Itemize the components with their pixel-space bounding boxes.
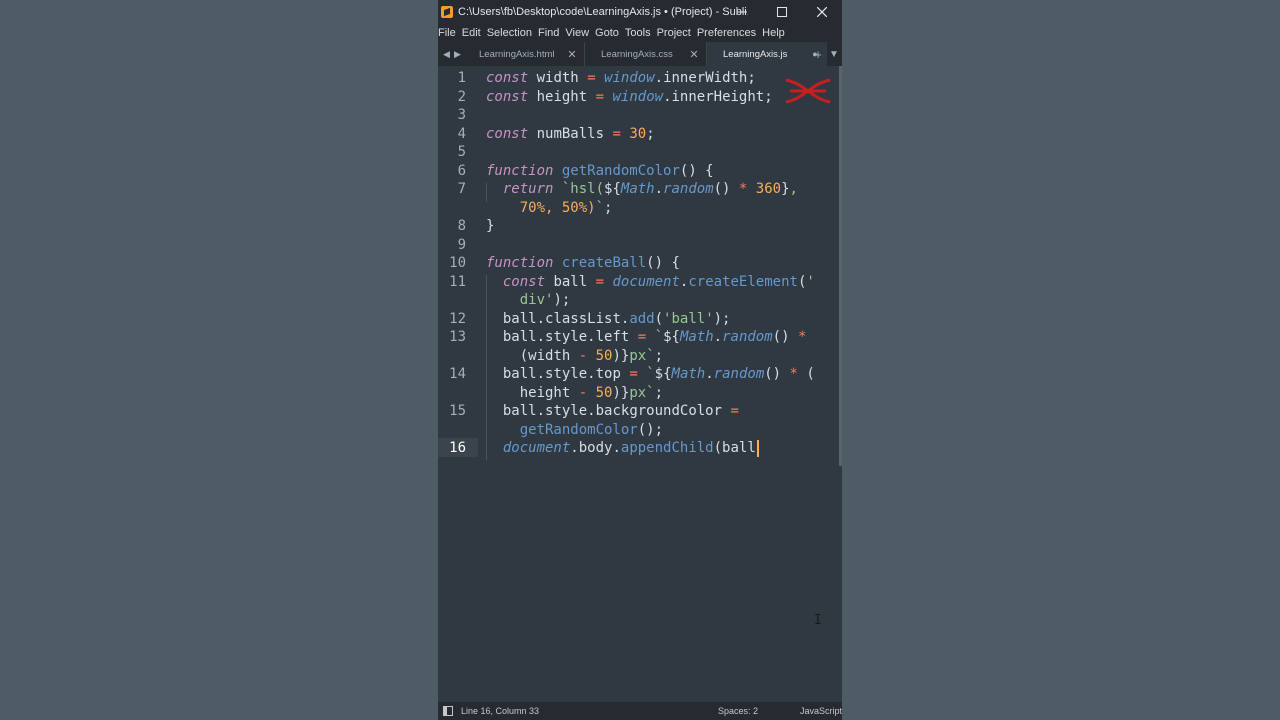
code-line: getRandomColor(); <box>519 421 664 438</box>
code-line: const height = window.innerHeight; <box>486 88 773 105</box>
code-line: function getRandomColor() { <box>486 162 714 179</box>
syntax-selector[interactable]: JavaScript <box>800 706 842 716</box>
code-line: ball.classList.add('ball'); <box>502 310 731 327</box>
tab-label: LearningAxis.css <box>601 48 673 60</box>
code-line: (width - 50)}px`; <box>519 347 664 364</box>
panel-toggle-icon[interactable] <box>443 706 453 716</box>
status-bar: Line 16, Column 33 Spaces: 2 JavaScript <box>438 702 842 720</box>
background-right <box>842 0 1280 720</box>
tab-prev-icon[interactable]: ◀ <box>441 49 452 60</box>
cursor-position[interactable]: Line 16, Column 33 <box>461 706 718 716</box>
tab-dropdown-icon[interactable]: ▼ <box>826 49 842 60</box>
line-number-active: 16 <box>449 439 466 456</box>
code-line: 70%, 50%)`; <box>519 199 613 216</box>
tab-navigation: ◀ ▶ <box>438 42 463 66</box>
sublime-window: C:\Users\fb\Desktop\code\LearningAxis.js… <box>438 0 842 720</box>
menu-selection[interactable]: Selection <box>487 27 538 39</box>
menu-file[interactable]: File <box>438 27 462 39</box>
tab-label: LearningAxis.html <box>479 48 555 60</box>
code-line: const width = window.innerWidth; <box>486 70 756 86</box>
tab-bar: ◀ ▶ LearningAxis.html ✕ LearningAxis.css… <box>438 42 842 66</box>
line-number: 9 <box>457 236 466 253</box>
code-line: ball.style.backgroundColor = <box>502 403 739 419</box>
line-number: 2 <box>457 88 466 105</box>
new-tab-icon[interactable]: + <box>810 47 826 62</box>
window-title: C:\Users\fb\Desktop\code\LearningAxis.js… <box>458 5 748 18</box>
code-line: height - 50)}px`; <box>519 384 664 401</box>
menu-project[interactable]: Project <box>657 27 697 39</box>
menu-goto[interactable]: Goto <box>595 27 625 39</box>
line-number-gutter: 1 2 3 4 5 6 7 8 9 10 11 12 13 14 15 16 <box>438 66 478 702</box>
line-number: 1 <box>457 70 466 86</box>
code-line-active: document.body.appendChild(ball <box>486 439 834 458</box>
menu-find[interactable]: Find <box>538 27 565 39</box>
tab-learningaxis-css[interactable]: LearningAxis.css ✕ <box>585 42 707 66</box>
line-number: 10 <box>449 255 466 271</box>
title-bar: C:\Users\fb\Desktop\code\LearningAxis.js… <box>438 0 842 23</box>
code-line: ball.style.top = `${Math.random() * ( <box>502 366 815 382</box>
code-line: div'); <box>519 292 571 308</box>
code-editor[interactable]: 1 2 3 4 5 6 7 8 9 10 11 12 13 14 15 16 c… <box>438 66 842 702</box>
line-number: 13 <box>449 329 466 345</box>
tab-close-icon[interactable]: ✕ <box>688 48 700 61</box>
tab-learningaxis-html[interactable]: LearningAxis.html ✕ <box>463 42 585 66</box>
window-controls <box>722 0 842 23</box>
maximize-button[interactable] <box>762 0 802 23</box>
menu-bar: File Edit Selection Find View Goto Tools… <box>438 23 842 42</box>
code-line: return `hsl(${Math.random() * 360}, <box>502 181 798 197</box>
code-line: const numBalls = 30; <box>486 125 655 142</box>
code-line: } <box>486 218 495 234</box>
background-left <box>0 0 438 720</box>
vertical-scrollbar[interactable] <box>839 66 842 466</box>
menu-preferences[interactable]: Preferences <box>697 27 762 39</box>
menu-help[interactable]: Help <box>762 27 791 39</box>
code-line: ball.style.left = `${Math.random() * <box>502 329 807 345</box>
code-line: function createBall() { <box>486 255 680 271</box>
line-number: 8 <box>457 218 466 234</box>
line-number: 6 <box>457 162 466 179</box>
maximize-icon <box>777 6 787 17</box>
close-button[interactable] <box>802 0 842 23</box>
minimize-button[interactable] <box>722 0 762 23</box>
mouse-ibeam-cursor-icon: I <box>814 613 822 628</box>
line-number: 11 <box>449 273 466 290</box>
line-number: 14 <box>449 366 466 382</box>
indentation-setting[interactable]: Spaces: 2 <box>718 706 800 716</box>
tab-learningaxis-js[interactable]: LearningAxis.js ● <box>707 42 827 66</box>
tab-next-icon[interactable]: ▶ <box>452 49 463 60</box>
code-area[interactable]: const width = window.innerWidth; const h… <box>486 69 834 460</box>
text-cursor <box>756 439 759 457</box>
sublime-app-icon <box>441 5 453 18</box>
menu-edit[interactable]: Edit <box>462 27 487 39</box>
line-number: 12 <box>449 310 466 327</box>
tab-close-icon[interactable]: ✕ <box>566 48 578 61</box>
menu-tools[interactable]: Tools <box>625 27 657 39</box>
menu-view[interactable]: View <box>565 27 595 39</box>
tab-label: LearningAxis.js <box>723 48 788 60</box>
channel-logo-icon <box>785 78 831 104</box>
line-number: 5 <box>457 144 466 160</box>
minimize-icon <box>737 11 747 12</box>
code-line: const ball = document.createElement(' <box>502 273 815 290</box>
line-number: 3 <box>457 107 466 123</box>
tab-tools: + ▼ <box>810 42 842 66</box>
line-number: 15 <box>449 403 466 419</box>
line-number: 7 <box>457 181 466 197</box>
line-number: 4 <box>457 125 466 142</box>
close-icon <box>817 6 827 17</box>
